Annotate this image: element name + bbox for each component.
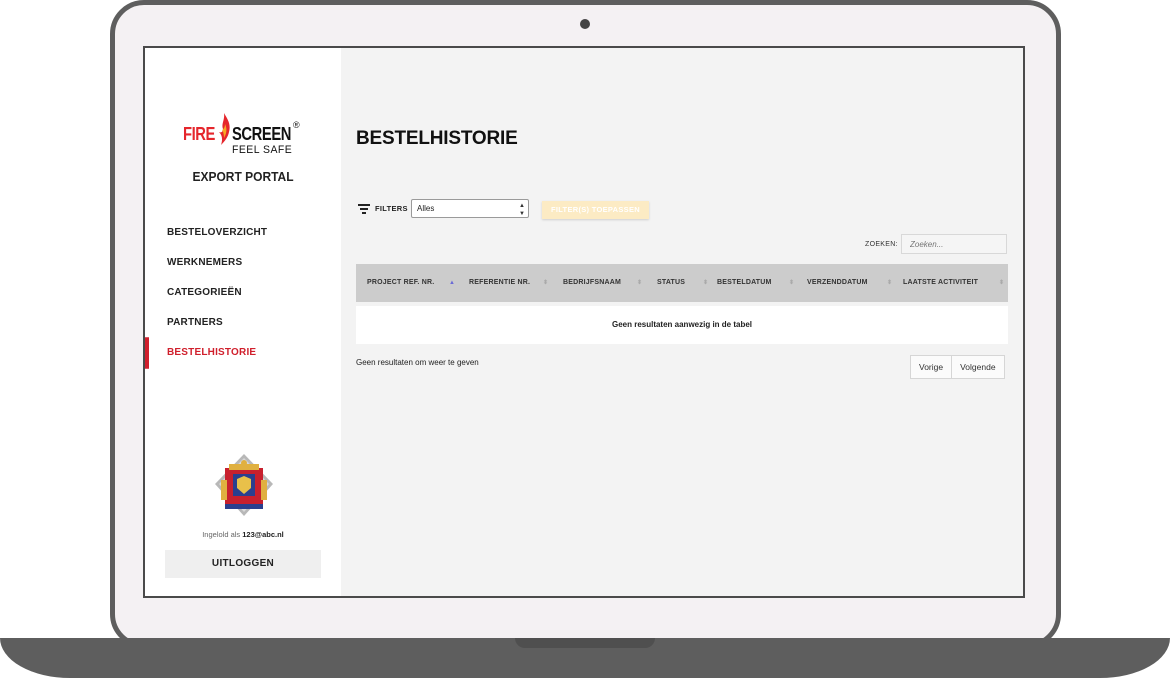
page-title: BESTELHISTORIE <box>356 128 518 149</box>
column-referentie[interactable]: REFERENTIE NR. ⬍ <box>469 264 548 302</box>
column-label: LAATSTE ACTIVITEIT <box>903 279 979 286</box>
sort-icon: ⬍ <box>887 280 893 286</box>
firescreen-logo[interactable]: FIRE SCREEN ® FEEL SAFE <box>183 112 303 158</box>
next-button[interactable]: Volgende <box>951 356 1003 378</box>
pagination: Vorige Volgende <box>910 355 1005 379</box>
filter-icon <box>358 204 370 214</box>
table-info: Geen resultaten om weer te geven <box>356 358 479 367</box>
logo-screen-text: SCREEN <box>232 124 292 144</box>
sort-icon: ⬍ <box>703 280 709 286</box>
logged-in-prefix: Ingelold als <box>202 530 241 539</box>
sidebar-nav: BESTELOVERZICHT WERKNEMERS CATEGORIEËN P… <box>145 217 341 369</box>
sort-asc-icon: ▲ <box>449 280 456 286</box>
column-bedrijfsnaam[interactable]: BEDRIJFSNAAM ⬍ <box>563 264 642 302</box>
column-label: BEDRIJFSNAAM <box>563 279 622 286</box>
sidebar-item-bestelhistorie[interactable]: BESTELHISTORIE <box>145 337 341 369</box>
screen: FIRE SCREEN ® FEEL SAFE EXPORT PORTAL BE… <box>143 46 1025 598</box>
column-besteldatum[interactable]: BESTELDATUM ⬍ <box>717 264 794 302</box>
filter-select[interactable]: Alles ▲ ▼ <box>411 199 529 218</box>
select-arrows-icon: ▲ ▼ <box>519 203 525 217</box>
sidebar-item-categorieen[interactable]: CATEGORIEËN <box>145 277 341 309</box>
laptop-notch <box>515 638 655 648</box>
flame-icon <box>219 113 230 145</box>
camera-icon <box>580 19 590 29</box>
filter-select-value: Alles <box>417 204 435 213</box>
column-label: VERZENDDATUM <box>807 279 868 286</box>
sort-icon: ⬍ <box>999 280 1005 286</box>
sort-icon: ⬍ <box>637 280 643 286</box>
apply-filters-button[interactable]: FILTER(S) TOEPASSEN <box>542 201 649 219</box>
filters-label: FILTERS <box>375 204 408 213</box>
logged-in-info: Ingelold als 123@abc.nl <box>145 530 341 539</box>
logo-fire-text: FIRE <box>183 124 215 144</box>
column-verzenddatum[interactable]: VERZENDDATUM ⬍ <box>807 264 892 302</box>
sort-icon: ⬍ <box>543 280 549 286</box>
search-input[interactable] <box>901 234 1007 254</box>
logo-tagline: FEEL SAFE <box>232 144 293 156</box>
royal-crest-icon <box>215 454 273 516</box>
portal-title: EXPORT PORTAL <box>192 169 294 185</box>
registered-mark: ® <box>293 120 300 130</box>
column-laatste-activiteit[interactable]: LAATSTE ACTIVITEIT ⬍ <box>903 264 1004 302</box>
column-label: REFERENTIE NR. <box>469 279 531 286</box>
column-label: BESTELDATUM <box>717 279 772 286</box>
sidebar: FIRE SCREEN ® FEEL SAFE EXPORT PORTAL BE… <box>145 48 341 596</box>
sidebar-item-besteloverzicht[interactable]: BESTELOVERZICHT <box>145 217 341 249</box>
sort-icon: ⬍ <box>789 280 795 286</box>
logged-in-user: 123@abc.nl <box>242 530 284 539</box>
table-header: PROJECT REF. NR. ▲ REFERENTIE NR. ⬍ BEDR… <box>356 264 1008 302</box>
table-empty-message: Geen resultaten aanwezig in de tabel <box>356 306 1008 344</box>
main-content: BESTELHISTORIE FILTERS Alles ▲ ▼ FILTER(S… <box>341 48 1023 596</box>
column-project-ref[interactable]: PROJECT REF. NR. ▲ <box>367 264 455 302</box>
sidebar-item-werknemers[interactable]: WERKNEMERS <box>145 247 341 279</box>
search-label: ZOEKEN: <box>865 241 898 248</box>
previous-button[interactable]: Vorige <box>911 356 951 378</box>
column-label: PROJECT REF. NR. <box>367 279 435 286</box>
logout-button[interactable]: UITLOGGEN <box>165 550 321 578</box>
sidebar-item-partners[interactable]: PARTNERS <box>145 307 341 339</box>
column-label: STATUS <box>657 279 686 286</box>
column-status[interactable]: STATUS ⬍ <box>657 264 708 302</box>
